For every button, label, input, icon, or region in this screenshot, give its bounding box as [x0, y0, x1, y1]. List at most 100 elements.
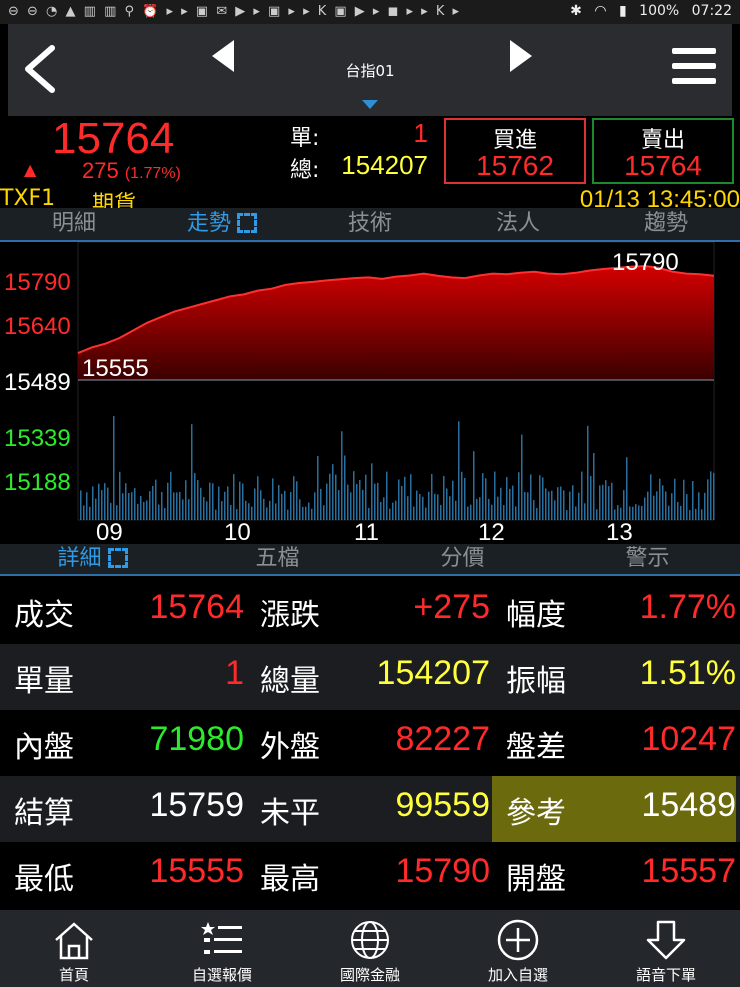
volume-bar — [182, 499, 184, 520]
volume-bar — [572, 485, 574, 520]
volume-bar — [461, 471, 463, 520]
volume-bar — [92, 486, 94, 520]
volume-bar — [407, 496, 409, 520]
field-value: 15759 — [149, 786, 244, 824]
volume-bar — [431, 473, 433, 520]
field-label: 總量 — [260, 664, 320, 699]
tab-detail-ticks[interactable]: 明細 — [0, 208, 148, 240]
volume-bar — [512, 485, 514, 520]
detail-tab-bar: 詳細 五檔 分價 警示 — [0, 544, 740, 576]
volume-bar — [152, 485, 154, 520]
nav-watchlist[interactable]: 自選報價 — [148, 910, 296, 987]
detail-row: 單量 1 總量 154207 振幅 1.51% — [0, 644, 740, 710]
volume-bar — [497, 496, 499, 520]
field-label: 成交 — [14, 598, 74, 633]
volume-bar — [263, 498, 265, 520]
volume-bar — [527, 492, 529, 520]
volume-bar — [548, 491, 550, 520]
detail-row: 成交 15764 漲跌 +275 幅度 1.77% — [0, 578, 740, 644]
next-symbol-icon[interactable] — [506, 36, 536, 76]
intraday-chart[interactable]: 15790 15640 15489 15339 15188 15790 1555… — [0, 241, 740, 546]
volume-bar — [89, 506, 91, 520]
volume-bar — [242, 483, 244, 520]
back-arrow-icon[interactable] — [20, 44, 60, 94]
volume-bar — [224, 491, 226, 520]
volume-bar — [293, 476, 295, 520]
nav-label: 首頁 — [58, 966, 89, 984]
volume-bar — [530, 474, 532, 520]
volume-bar — [392, 502, 394, 520]
volume-bar — [557, 487, 559, 520]
volume-bar — [584, 503, 586, 520]
tab-institutional[interactable]: 法人 — [444, 208, 592, 240]
volume-bar — [647, 491, 649, 520]
wifi-icon: ◠ — [594, 3, 607, 19]
volume-bar — [257, 476, 259, 520]
volume-bar — [230, 504, 232, 520]
tab-alerts[interactable]: 警示 — [555, 544, 740, 574]
volume-bar — [359, 479, 361, 520]
volume-bar — [314, 492, 316, 520]
volume-bar — [125, 483, 127, 520]
x-tick: 11 — [354, 519, 379, 544]
tab-details[interactable]: 詳細 — [0, 544, 185, 576]
fullscreen-icon[interactable] — [107, 548, 128, 568]
volume-bar — [560, 486, 562, 520]
nav-international[interactable]: 國際金融 — [296, 910, 444, 987]
field-label: 未平 — [260, 796, 320, 831]
volume-bar — [437, 494, 439, 520]
sell-button[interactable]: 賣出 15764 — [592, 118, 734, 184]
volume-bar — [629, 506, 631, 520]
nav-home[interactable]: 首頁 — [0, 910, 148, 987]
volume-bar — [524, 492, 526, 520]
field-label: 最低 — [14, 862, 74, 897]
volume-bar — [635, 504, 637, 520]
symbol-dropdown-icon[interactable] — [362, 100, 378, 109]
tab-five-levels[interactable]: 五檔 — [185, 544, 370, 574]
volume-bar — [509, 488, 511, 520]
field-value: +275 — [413, 588, 490, 626]
volume-bar — [668, 505, 670, 520]
single-volume-label: 單: — [290, 126, 320, 151]
x-tick: 10 — [224, 519, 251, 544]
top-navigation: 台指01 — [8, 24, 732, 116]
tab-label: 分價 — [440, 546, 485, 571]
volume-bar — [518, 472, 520, 520]
tab-tendency[interactable]: 趨勢 — [592, 208, 740, 240]
volume-bar — [278, 485, 280, 520]
buy-button[interactable]: 買進 15762 — [444, 118, 586, 184]
volume-bar — [707, 479, 709, 520]
volume-bar — [593, 452, 595, 520]
volume-bar — [386, 471, 388, 520]
tab-technical[interactable]: 技術 — [296, 208, 444, 240]
field-value: 15764 — [149, 588, 244, 626]
nav-voice-order[interactable]: 語音下單 — [592, 910, 740, 987]
volume-bar — [170, 471, 172, 520]
volume-bar — [326, 483, 328, 520]
volume-bar — [542, 477, 544, 520]
fullscreen-icon[interactable] — [237, 213, 257, 233]
menu-icon[interactable] — [672, 48, 716, 92]
volume-bar — [536, 507, 538, 520]
volume-bar — [161, 491, 163, 520]
field-value: 15790 — [395, 852, 490, 890]
quote-timestamp: 01/13 13:45:00 — [579, 186, 740, 210]
tab-label: 技術 — [347, 211, 392, 236]
change-value: 275 — [82, 158, 119, 183]
tab-label: 詳細 — [57, 546, 102, 571]
volume-bar — [428, 491, 430, 520]
volume-bar — [602, 484, 604, 520]
tab-price-distribution[interactable]: 分價 — [370, 544, 555, 574]
volume-bar — [158, 504, 160, 520]
volume-bar — [116, 505, 118, 520]
quote-summary: 15764 ▲ 275 (1.77%) 單: 1 總: 154207 買進 15… — [0, 114, 740, 210]
previous-symbol-icon[interactable] — [208, 36, 238, 76]
price-change: 275 (1.77%) — [82, 158, 181, 184]
tab-trend[interactable]: 走勢 — [148, 208, 296, 242]
buy-price: 15762 — [476, 150, 554, 181]
nav-add-watchlist[interactable]: 加入自選 — [444, 910, 592, 987]
symbol-title[interactable]: 台指01 — [308, 60, 432, 81]
volume-bar — [650, 474, 652, 520]
volume-bar — [341, 431, 343, 520]
tab-divider — [0, 574, 740, 576]
